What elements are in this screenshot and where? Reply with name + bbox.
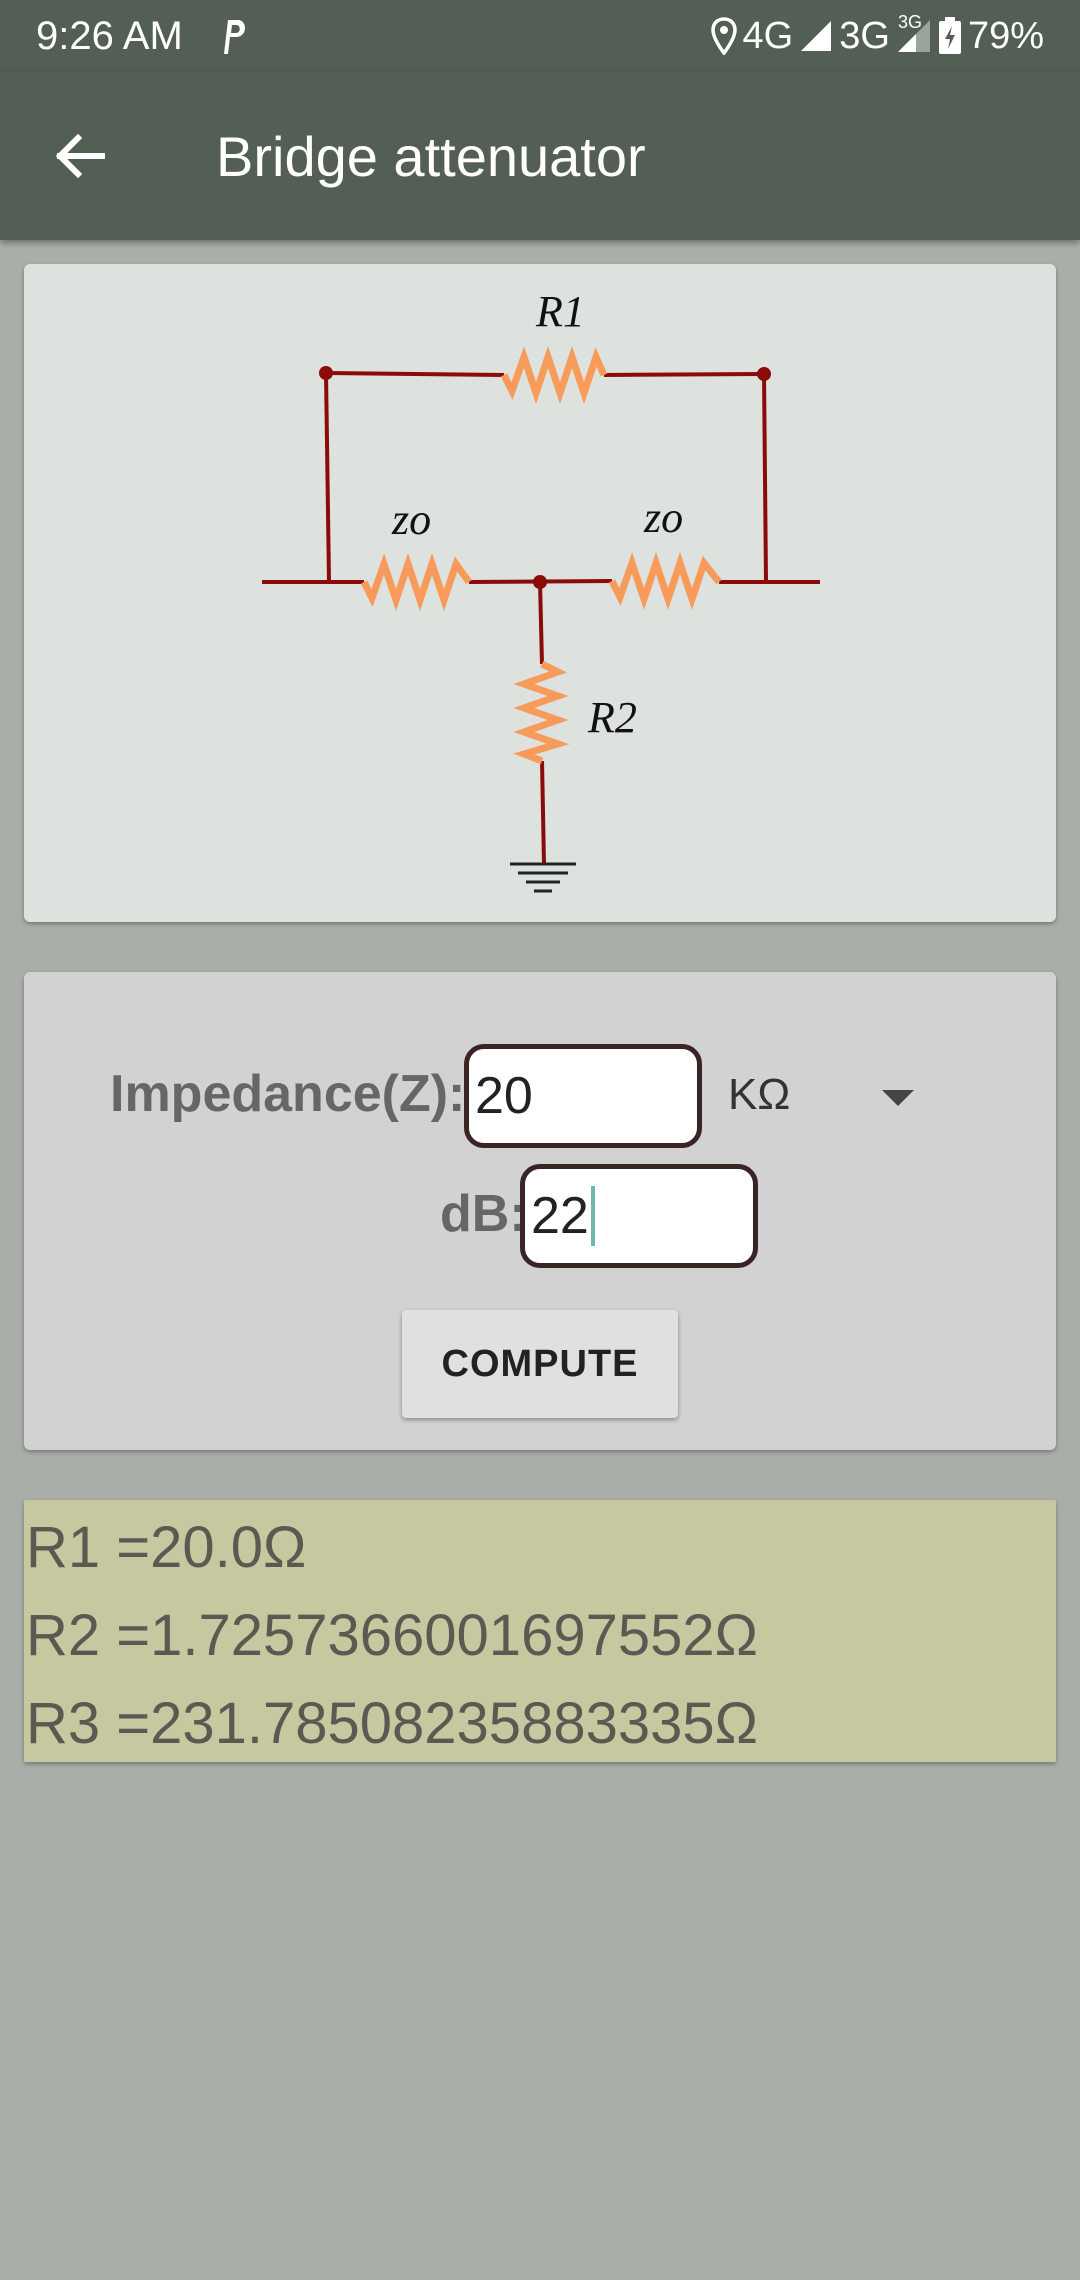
impedance-label: Impedance(Z): bbox=[110, 1065, 466, 1123]
input-form-card: Impedance(Z): 20 KΩ dB: 22 COMPUTE bbox=[24, 972, 1056, 1450]
db-input[interactable]: 22 bbox=[520, 1164, 758, 1268]
network-3g-label: 3G bbox=[839, 14, 890, 57]
text-cursor bbox=[590, 1186, 595, 1246]
location-icon bbox=[710, 17, 737, 55]
unit-dropdown-arrow-icon[interactable] bbox=[882, 1090, 914, 1106]
signal-icon bbox=[799, 19, 833, 53]
page-title: Bridge attenuator bbox=[216, 125, 646, 188]
status-icons: 4G 3G 3G 79% bbox=[710, 12, 1044, 58]
unit-select-value[interactable]: KΩ bbox=[728, 1070, 790, 1120]
status-bar: 9:26 AM 4G 3G 3G 79% bbox=[0, 0, 1080, 72]
label-zo-right: zo bbox=[643, 493, 683, 542]
parking-app-icon bbox=[218, 16, 250, 56]
results-card: R1 =20.0Ω R2 =1.7257366001697552Ω R3 =23… bbox=[24, 1500, 1056, 1762]
db-label: dB: bbox=[440, 1185, 527, 1243]
battery-icon bbox=[938, 17, 962, 55]
circuit-diagram-card: R1 zo zo R2 bbox=[24, 264, 1056, 922]
status-time: 9:26 AM bbox=[36, 14, 183, 58]
network-3g-super: 3G bbox=[897, 12, 922, 32]
label-zo-left: zo bbox=[391, 495, 431, 544]
back-button[interactable] bbox=[40, 116, 120, 196]
signal-3g-icon: 3G bbox=[896, 12, 932, 54]
compute-button[interactable]: COMPUTE bbox=[402, 1310, 678, 1418]
back-arrow-icon bbox=[55, 133, 105, 179]
app-bar: Bridge attenuator bbox=[0, 72, 1080, 240]
result-r2: R2 =1.7257366001697552Ω bbox=[26, 1603, 758, 1668]
network-4g-label: 4G bbox=[742, 14, 794, 57]
impedance-value: 20 bbox=[475, 1067, 533, 1125]
result-r1: R1 =20.0Ω bbox=[26, 1515, 307, 1580]
result-r3: R3 =231.78508235883335Ω bbox=[26, 1691, 758, 1756]
db-value: 22 bbox=[531, 1187, 589, 1245]
label-r1: R1 bbox=[535, 287, 585, 336]
battery-percent: 79% bbox=[967, 14, 1044, 57]
bridge-attenuator-diagram: R1 zo zo R2 bbox=[262, 287, 820, 893]
impedance-input[interactable]: 20 bbox=[464, 1044, 702, 1148]
label-r2: R2 bbox=[587, 693, 637, 742]
